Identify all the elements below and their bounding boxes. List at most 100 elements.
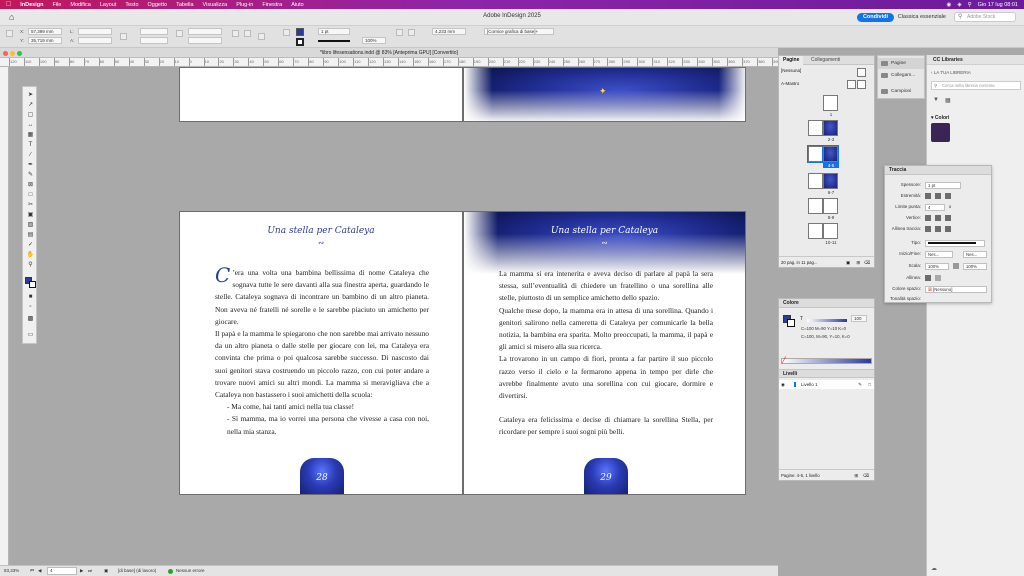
library-color-swatch[interactable] bbox=[931, 123, 950, 142]
menu-finestra[interactable]: Finestra bbox=[262, 2, 282, 8]
menu-file[interactable]: File bbox=[52, 2, 61, 8]
frame-tool-icon[interactable]: ⊠ bbox=[25, 181, 36, 190]
zoom-tool-icon[interactable]: ⚲ bbox=[25, 261, 36, 270]
menu-aiuto[interactable]: Aiuto bbox=[291, 2, 304, 8]
page-thumb-4[interactable] bbox=[807, 145, 824, 163]
new-layer-icon[interactable]: ⊞ bbox=[854, 470, 858, 481]
miter-join-icon[interactable] bbox=[925, 214, 931, 221]
direct-selection-tool-icon[interactable]: ↗ bbox=[25, 101, 36, 110]
page-thumb-2[interactable] bbox=[808, 120, 823, 136]
gradient-tool-icon[interactable]: ▨ bbox=[25, 221, 36, 230]
pen-tool-icon[interactable]: ✒ bbox=[25, 161, 36, 170]
hand-tool-icon[interactable]: ✋ bbox=[25, 251, 36, 260]
left-page[interactable]: Una stella per Cataleya ∾ C’era una volt… bbox=[179, 211, 463, 495]
round-join-icon[interactable] bbox=[935, 214, 941, 221]
open-page-icon[interactable]: ▣ bbox=[104, 566, 108, 576]
eyedropper-tool-icon[interactable]: ✓ bbox=[25, 241, 36, 250]
page-thumb-11[interactable] bbox=[823, 223, 838, 239]
arrow-align-extend-icon[interactable] bbox=[925, 274, 931, 281]
preflight-profile[interactable]: [di base] (di lavoro) bbox=[118, 566, 156, 576]
document-title[interactable]: *libro lifesensations.indd @ 83% [Antepr… bbox=[0, 50, 778, 56]
back-chevron-icon[interactable]: ‹ bbox=[931, 70, 933, 75]
stroke-swatch[interactable] bbox=[296, 38, 304, 46]
start-arrow-dropdown[interactable]: Nes... bbox=[925, 250, 953, 258]
spread-top-left-page[interactable] bbox=[179, 67, 463, 122]
align-inside-stroke-icon[interactable] bbox=[935, 225, 941, 232]
transform-p-icon[interactable] bbox=[258, 33, 265, 40]
spread-top-right-page[interactable]: ✦ bbox=[463, 67, 746, 122]
stroke-panel-title[interactable]: Traccia bbox=[885, 166, 991, 175]
home-icon[interactable]: ⌂ bbox=[9, 12, 19, 22]
page-thumb-3[interactable] bbox=[823, 120, 838, 136]
zoom-level[interactable]: 83,33% bbox=[4, 566, 19, 576]
gap-tool-icon[interactable]: ↔ bbox=[25, 121, 36, 130]
menu-modifica[interactable]: Modifica bbox=[70, 2, 90, 8]
inset-field[interactable]: 4,233 mm bbox=[432, 28, 466, 35]
page-thumb-6[interactable] bbox=[808, 173, 823, 189]
tab-collegamenti[interactable]: Collegamenti bbox=[807, 56, 844, 65]
a-master-thumb-right[interactable] bbox=[857, 80, 866, 89]
workspace-switcher[interactable]: Classica essenziale bbox=[898, 14, 946, 20]
note-tool-icon[interactable]: ▤ bbox=[25, 231, 36, 240]
first-page-icon[interactable]: ⏮ bbox=[30, 566, 34, 576]
menu-app[interactable]: InDesign bbox=[20, 2, 43, 8]
menu-oggetto[interactable]: Oggetto bbox=[148, 2, 168, 8]
library-name[interactable]: ‹ LA TUA LIBRERIA bbox=[931, 70, 971, 75]
menu-tabella[interactable]: Tabella bbox=[176, 2, 193, 8]
a-master-label[interactable]: A-Mastro bbox=[781, 81, 799, 86]
scissors-tool-icon[interactable]: ✂ bbox=[25, 201, 36, 210]
color-stroke-swatch[interactable] bbox=[787, 319, 795, 327]
stroke-weight-field[interactable]: 1 pt bbox=[318, 28, 350, 35]
layers-panel-title[interactable]: Livelli bbox=[779, 369, 874, 378]
next-page-icon[interactable]: ▶ bbox=[80, 566, 83, 576]
preflight-status[interactable]: Nessun errore bbox=[176, 566, 205, 576]
strip-pagine[interactable]: Pagine bbox=[878, 58, 924, 69]
right-page-text-frame[interactable]: La mamma si era intenerita e aveva decis… bbox=[499, 268, 713, 439]
left-page-text-frame[interactable]: C’era una volta una bambina bellissima d… bbox=[215, 265, 429, 438]
bevel-join-icon[interactable] bbox=[945, 214, 951, 221]
start-scale-input[interactable]: 100% bbox=[925, 262, 949, 270]
strip-campioni[interactable]: Campioni bbox=[878, 86, 924, 97]
colors-section-header[interactable]: ▾ Colori bbox=[931, 115, 949, 121]
color-ramp[interactable]: ╱ bbox=[781, 358, 872, 364]
layer-target-icon[interactable]: □ bbox=[868, 380, 871, 389]
content-collector-icon[interactable]: ▦ bbox=[25, 131, 36, 140]
selection-tool-icon[interactable]: ➤ bbox=[25, 91, 36, 100]
butt-cap-icon[interactable] bbox=[925, 192, 931, 199]
stroke-type-line[interactable] bbox=[318, 40, 350, 42]
end-scale-input[interactable]: 100% bbox=[963, 262, 987, 270]
object-style-dropdown[interactable]: [Cornice grafica di base]+ bbox=[484, 28, 554, 35]
pencil-tool-icon[interactable]: ✎ bbox=[25, 171, 36, 180]
page-size-icon[interactable]: ▣ bbox=[846, 257, 850, 268]
opacity-field[interactable]: 100% bbox=[362, 37, 386, 44]
rotation-field[interactable] bbox=[188, 28, 222, 35]
rotate-icon[interactable] bbox=[176, 30, 183, 37]
last-page-icon[interactable]: ⏭ bbox=[88, 566, 92, 576]
stock-search-input[interactable]: ⚲ Adobe Stock bbox=[954, 12, 1016, 22]
select-container-icon[interactable] bbox=[283, 29, 290, 36]
visibility-eye-icon[interactable]: ◉ bbox=[781, 380, 785, 389]
fit-content-icon[interactable] bbox=[396, 29, 403, 36]
none-color-icon[interactable]: ╱ bbox=[782, 357, 786, 364]
control-center-icon[interactable]: ◉ bbox=[947, 2, 952, 8]
right-page[interactable]: Una stella per Cataleya ∾ La mamma si er… bbox=[463, 211, 746, 495]
projecting-cap-icon[interactable] bbox=[945, 192, 951, 199]
a-master-thumb-left[interactable] bbox=[847, 80, 856, 89]
spotlight-icon[interactable]: ⚲ bbox=[968, 2, 972, 8]
tint-slider[interactable] bbox=[807, 319, 847, 322]
scale-x-field[interactable] bbox=[140, 28, 168, 35]
page-thumb-8[interactable] bbox=[808, 198, 823, 214]
page-thumb-7[interactable] bbox=[823, 173, 838, 189]
wifi-icon[interactable]: ◈ bbox=[957, 2, 961, 8]
type-tool-icon[interactable]: T bbox=[25, 141, 36, 150]
menu-visualizza[interactable]: Visualizza bbox=[203, 2, 228, 8]
round-cap-icon[interactable] bbox=[935, 192, 941, 199]
preview-mode-icon[interactable]: ▭ bbox=[25, 331, 36, 340]
grid-view-icon[interactable]: ▦ bbox=[945, 97, 951, 104]
apple-icon[interactable]:  bbox=[6, 1, 11, 8]
horizontal-ruler[interactable]: 120 110 100 90 80 70 60 50 40 30 20 10 0 10 20 30 40 50 60… bbox=[0, 58, 778, 67]
screen-mode-icon[interactable]: ▩ bbox=[25, 315, 36, 324]
page-thumb-10[interactable] bbox=[808, 223, 823, 239]
scale-y-field[interactable] bbox=[140, 37, 168, 44]
page-tool-icon[interactable]: ▢ bbox=[25, 111, 36, 120]
